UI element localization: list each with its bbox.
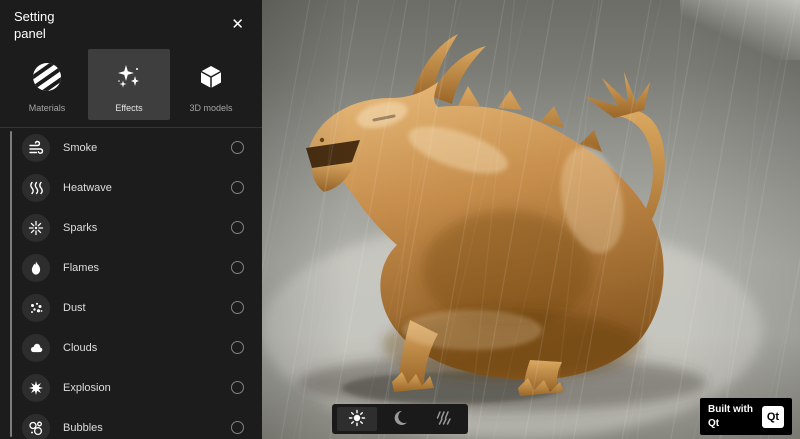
setting-panel: Setting panel ✕ <box>0 0 262 439</box>
environment-toolbar <box>332 404 468 434</box>
striped-sphere-icon <box>27 57 67 97</box>
effect-row-smoke[interactable]: Smoke <box>22 128 262 168</box>
panel-title: Setting panel <box>14 9 78 43</box>
effect-row-clouds[interactable]: Clouds <box>22 328 262 368</box>
tab-3d-models[interactable]: 3D models <box>170 49 252 120</box>
tab-materials[interactable]: Materials <box>6 49 88 120</box>
smoke-icon <box>22 134 50 162</box>
effect-radio[interactable] <box>231 181 244 194</box>
tab-3d-models-label: 3D models <box>189 103 232 113</box>
effect-label: Heatwave <box>63 182 231 194</box>
effect-row-flames[interactable]: Flames <box>22 248 262 288</box>
sun-button[interactable] <box>337 407 377 431</box>
effect-label: Sparks <box>63 222 231 234</box>
effect-radio[interactable] <box>231 421 244 434</box>
clouds-icon <box>22 334 50 362</box>
sparks-icon <box>22 214 50 242</box>
effect-row-explosion[interactable]: Explosion <box>22 368 262 408</box>
effect-label: Smoke <box>63 142 231 154</box>
effect-radio[interactable] <box>231 381 244 394</box>
effect-radio[interactable] <box>231 301 244 314</box>
effect-radio[interactable] <box>231 221 244 234</box>
effect-row-sparks[interactable]: Sparks <box>22 208 262 248</box>
qt-badge-text: Built with Qt <box>708 403 753 430</box>
effect-radio[interactable] <box>231 261 244 274</box>
sparkles-icon <box>109 57 149 97</box>
3d-viewport[interactable] <box>262 0 800 439</box>
effect-row-bubbles[interactable]: Bubbles <box>22 408 262 439</box>
list-scrollbar[interactable] <box>10 131 12 437</box>
qt-badge-line1: Built with <box>708 403 753 417</box>
dragon-model <box>262 0 800 439</box>
app-window: Setting panel ✕ <box>0 0 800 439</box>
moon-icon <box>391 409 409 430</box>
dust-icon <box>22 294 50 322</box>
effect-row-dust[interactable]: Dust <box>22 288 262 328</box>
tab-effects-label: Effects <box>115 103 142 113</box>
tab-materials-label: Materials <box>29 103 66 113</box>
effects-list: Smoke Heatwave <box>0 128 262 439</box>
explosion-icon <box>22 374 50 402</box>
effect-radio[interactable] <box>231 141 244 154</box>
panel-header: Setting panel ✕ <box>0 0 262 45</box>
cube-icon <box>191 57 231 97</box>
sun-icon <box>348 409 366 430</box>
effect-label: Bubbles <box>63 422 231 434</box>
effect-label: Explosion <box>63 382 231 394</box>
moon-button[interactable] <box>380 407 420 431</box>
built-with-qt-badge[interactable]: Built with Qt Qt <box>700 398 792 435</box>
effect-radio[interactable] <box>231 341 244 354</box>
category-tabs: Materials Effects <box>0 49 262 120</box>
qt-badge-line2: Qt <box>708 417 753 431</box>
effect-row-heatwave[interactable]: Heatwave <box>22 168 262 208</box>
rain-icon <box>434 409 452 430</box>
effect-label: Clouds <box>63 342 231 354</box>
bubbles-icon <box>22 414 50 439</box>
flames-icon <box>22 254 50 282</box>
heatwave-icon <box>22 174 50 202</box>
rain-button[interactable] <box>423 407 463 431</box>
close-button[interactable]: ✕ <box>229 15 246 34</box>
tab-effects[interactable]: Effects <box>88 49 170 120</box>
qt-logo: Qt <box>762 406 784 428</box>
effect-label: Flames <box>63 262 231 274</box>
effect-label: Dust <box>63 302 231 314</box>
